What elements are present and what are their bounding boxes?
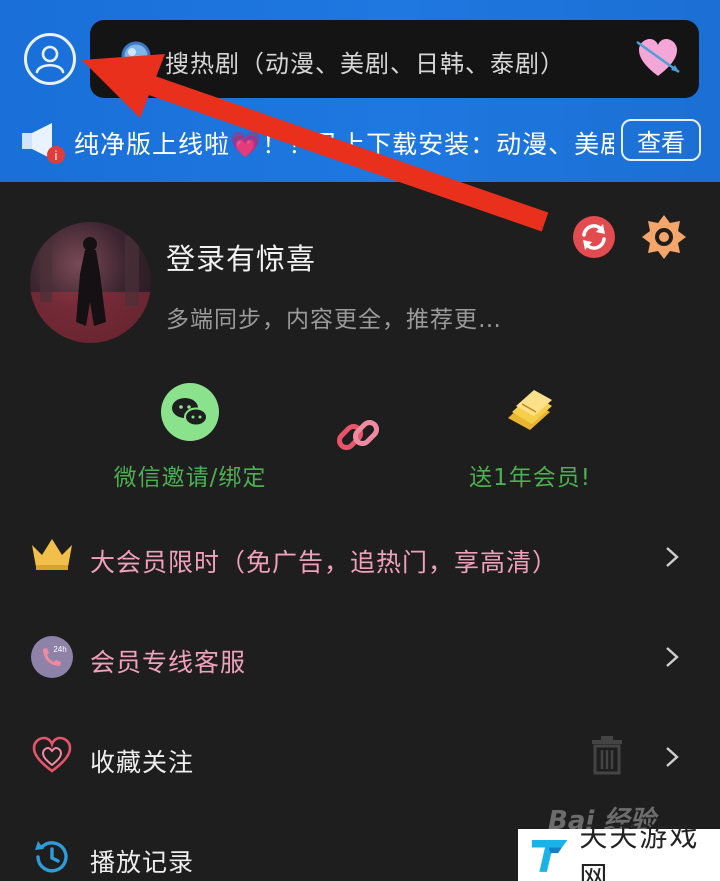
site-watermark: 天天游戏网 — [518, 820, 720, 881]
heart-arrow-icon[interactable] — [635, 36, 681, 84]
announcement-bar: i 纯净版上线啦💗！！马上下载安装：动漫、美剧 查看 — [0, 115, 720, 173]
wechat-invite-label: 微信邀请/绑定 — [113, 465, 267, 491]
wechat-invite-button[interactable]: 微信邀请/绑定 — [90, 382, 290, 492]
wechat-icon — [161, 383, 219, 441]
chevron-right-icon — [664, 745, 680, 773]
gold-bars-icon — [508, 390, 552, 430]
sync-icon[interactable] — [572, 215, 616, 263]
trash-icon[interactable] — [590, 735, 624, 779]
view-button[interactable]: 查看 — [621, 119, 701, 161]
avatar[interactable] — [30, 222, 151, 343]
menu-item-label: 收藏关注 — [90, 748, 195, 777]
gear-icon[interactable] — [640, 213, 688, 265]
top-header: 搜热剧（动漫、美剧、日韩、泰剧） i 纯净版上线啦💗！！马上下载安装：动漫、美剧… — [0, 0, 720, 182]
history-icon — [30, 835, 74, 881]
login-subtitle: 多端同步，内容更全，推荐更… — [166, 307, 502, 333]
site-logo-icon — [531, 840, 568, 872]
search-bar[interactable]: 搜热剧（动漫、美剧、日韩、泰剧） — [90, 20, 699, 98]
menu-item-label: 播放记录 — [90, 848, 195, 877]
announcement-text: 纯净版上线啦💗！！马上下载安装：动漫、美剧 — [74, 130, 614, 159]
svg-text:24h: 24h — [53, 645, 66, 654]
chevron-right-icon — [664, 545, 680, 573]
menu-item-label: 会员专线客服 — [90, 648, 247, 677]
megaphone-icon: i — [18, 119, 68, 173]
search-icon — [110, 38, 156, 86]
crown-icon — [30, 535, 74, 575]
menu-item-favorites[interactable]: 收藏关注 — [0, 713, 720, 803]
link-icon — [333, 410, 383, 464]
menu-item-vip[interactable]: 大会员限时（免广告，追热门，享高清） — [0, 513, 720, 603]
phone-icon: 24h — [30, 635, 74, 683]
chevron-right-icon — [664, 645, 680, 673]
free-membership-button[interactable]: 送1年会员! — [450, 382, 610, 492]
svg-text:i: i — [55, 148, 58, 163]
login-title[interactable]: 登录有惊喜 — [166, 236, 316, 278]
site-watermark-text: 天天游戏网 — [579, 820, 700, 881]
free-membership-label: 送1年会员! — [469, 465, 591, 491]
heart-outline-icon — [30, 735, 74, 779]
menu-item-support[interactable]: 24h 会员专线客服 — [0, 613, 720, 703]
menu-item-label: 大会员限时（免广告，追热门，享高清） — [90, 548, 559, 577]
search-placeholder: 搜热剧（动漫、美剧、日韩、泰剧） — [165, 50, 565, 78]
user-profile-icon[interactable] — [24, 33, 76, 85]
